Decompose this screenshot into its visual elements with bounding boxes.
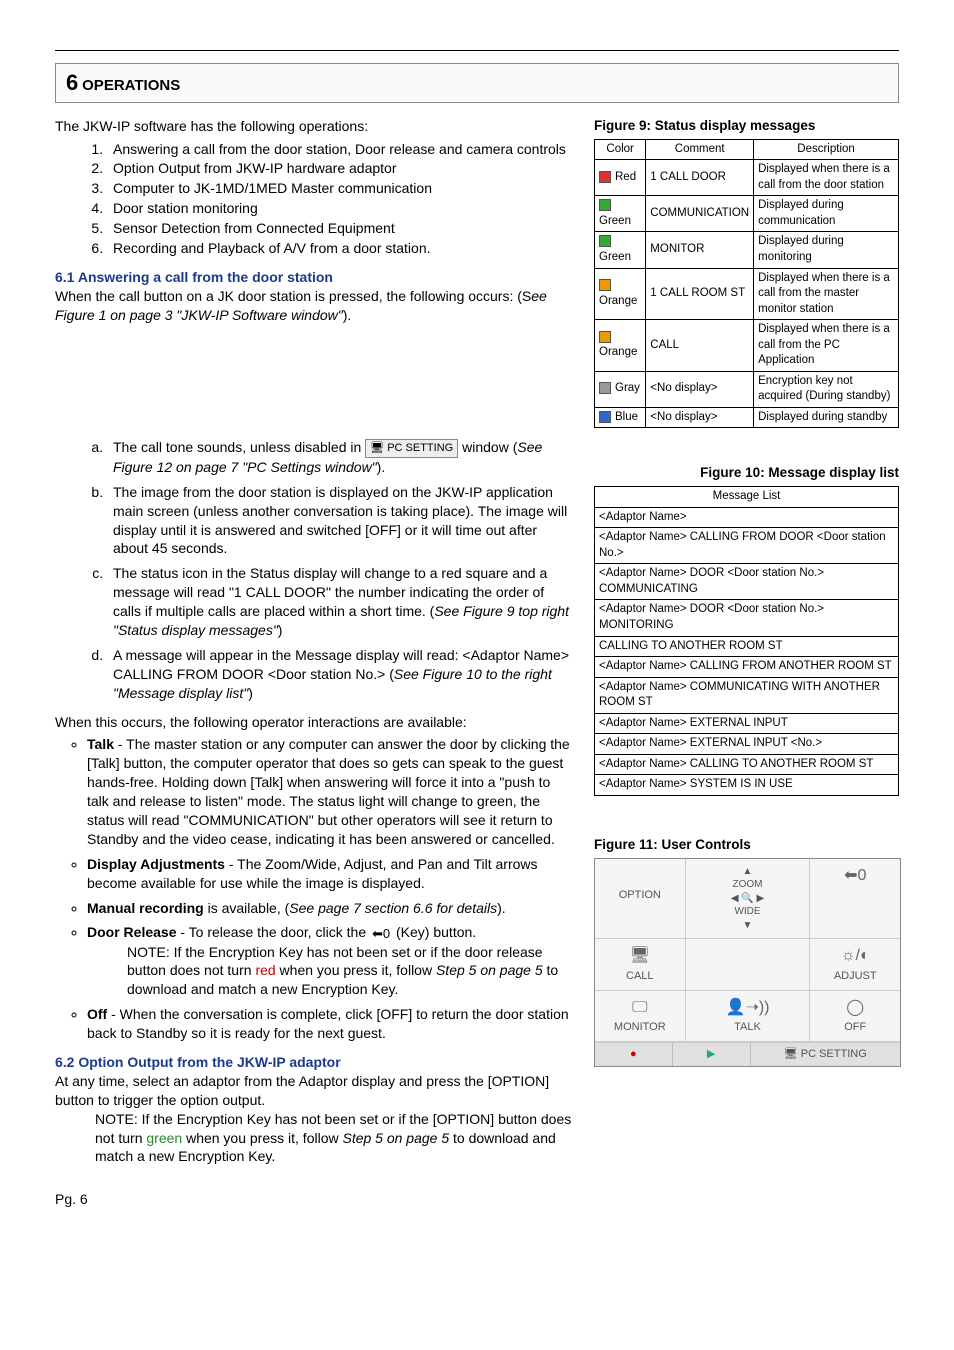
sub-heading-6-1: 6.1 Answering a call from the door stati… — [55, 268, 574, 287]
sub62-p1: At any time, select an adaptor from the … — [55, 1072, 574, 1110]
table-row: Orange1 CALL ROOM STDisplayed when there… — [595, 268, 899, 320]
th-color: Color — [595, 139, 646, 160]
table-row: <Adaptor Name> CALLING FROM DOOR <Door s… — [595, 528, 899, 564]
bullet-off: Off - When the conversation is complete,… — [87, 1005, 574, 1043]
user-controls-panel: OPTION ▲ZOOM◀ 🔍 ▶WIDE▼ ⬅0 🖥CALL ☼/◐ADJUS… — [594, 858, 901, 1067]
list-item: Sensor Detection from Connected Equipmen… — [107, 219, 574, 238]
sub-heading-6-2: 6.2 Option Output from the JKW-IP adapto… — [55, 1053, 574, 1072]
table-row: <Adaptor Name> EXTERNAL INPUT <No.> — [595, 734, 899, 755]
sub61-intro: When the call button on a JK door statio… — [55, 287, 574, 325]
step-d: A message will appear in the Message dis… — [107, 646, 574, 703]
door-note: NOTE: If the Encryption Key has not been… — [127, 943, 574, 1000]
th-description: Description — [754, 139, 899, 160]
steps-list: The call tone sounds, unless disabled in… — [55, 438, 574, 702]
figure-9-caption: Figure 9: Status display messages — [594, 117, 899, 135]
list-item: Computer to JK-1MD/1MED Master communica… — [107, 179, 574, 198]
table-row: CALLING TO ANOTHER ROOM ST — [595, 636, 899, 657]
talk-button[interactable]: 👤➝))TALK — [686, 991, 811, 1041]
table-row: Blue<No display>Displayed during standby — [595, 407, 899, 428]
swatch-orange — [599, 331, 611, 343]
table-row: <Adaptor Name> DOOR <Door station No.> M… — [595, 600, 899, 636]
table-row: Red1 CALL DOORDisplayed when there is a … — [595, 160, 899, 196]
table-row: <Adaptor Name> SYSTEM IS IN USE — [595, 775, 899, 796]
table-row: <Adaptor Name> CALLING TO ANOTHER ROOM S… — [595, 754, 899, 775]
list-item: Option Output from JKW-IP hardware adapt… — [107, 159, 574, 178]
section-header: 6 OPERATIONS — [55, 63, 899, 103]
message-table: Message List <Adaptor Name> <Adaptor Nam… — [594, 486, 899, 795]
status-table: Color Comment Description Red1 CALL DOOR… — [594, 139, 899, 428]
step-c: The status icon in the Status display wi… — [107, 564, 574, 640]
list-item: Door station monitoring — [107, 199, 574, 218]
figure-10-caption: Figure 10: Message display list — [594, 464, 899, 482]
table-row: <Adaptor Name> COMMUNICATING WITH ANOTHE… — [595, 677, 899, 713]
table-row: Gray<No display>Encryption key not acqui… — [595, 371, 899, 407]
operations-list: Answering a call from the door station, … — [55, 140, 574, 258]
table-row: GreenCOMMUNICATIONDisplayed during commu… — [595, 196, 899, 232]
off-button[interactable]: ◯OFF — [810, 991, 900, 1041]
table-row: <Adaptor Name> CALLING FROM ANOTHER ROOM… — [595, 657, 899, 678]
table-row: <Adaptor Name> EXTERNAL INPUT — [595, 713, 899, 734]
pan-tilt-pad[interactable] — [686, 939, 811, 989]
table-row: <Adaptor Name> DOOR <Door station No.> C… — [595, 564, 899, 600]
swatch-green — [599, 235, 611, 247]
figure-11-caption: Figure 11: User Controls — [594, 836, 899, 854]
swatch-blue — [599, 411, 611, 423]
bullet-talk: Talk - The master station or any compute… — [87, 735, 574, 848]
pc-setting-footer-button[interactable]: 🖥 PC SETTING — [751, 1043, 901, 1066]
swatch-gray — [599, 382, 611, 394]
monitor-button[interactable]: 🖵MONITOR — [595, 991, 686, 1041]
key-icon[interactable]: ⬅0 — [370, 925, 392, 943]
th-comment: Comment — [646, 139, 754, 160]
table-row: <Adaptor Name> — [595, 507, 899, 528]
bullet-manual: Manual recording is available, (See page… — [87, 899, 574, 918]
list-item: Answering a call from the door station, … — [107, 140, 574, 159]
list-item: Recording and Playback of A/V from a doo… — [107, 239, 574, 258]
swatch-green — [599, 199, 611, 211]
msg-header: Message List — [595, 487, 899, 508]
play-button[interactable]: ▶ — [673, 1043, 751, 1066]
record-button[interactable]: ● — [595, 1043, 673, 1066]
adjust-button[interactable]: ☼/◐ADJUST — [810, 939, 900, 989]
key-button[interactable]: ⬅0 — [810, 859, 900, 939]
step-a: The call tone sounds, unless disabled in… — [107, 438, 574, 477]
table-row: OrangeCALLDisplayed when there is a call… — [595, 320, 899, 372]
step-b: The image from the door station is displ… — [107, 483, 574, 559]
interactions-intro: When this occurs, the following operator… — [55, 713, 574, 732]
pc-setting-button[interactable]: 🖥 PC SETTING — [365, 439, 458, 458]
zoom-pad[interactable]: ▲ZOOM◀ 🔍 ▶WIDE▼ — [686, 859, 811, 939]
call-button[interactable]: 🖥CALL — [595, 939, 686, 989]
sub62-note: NOTE: If the Encryption Key has not been… — [95, 1110, 574, 1167]
page-number: Pg. 6 — [55, 1190, 899, 1209]
section-number: 6 — [66, 70, 78, 95]
swatch-orange — [599, 279, 611, 291]
section-title: OPERATIONS — [82, 77, 180, 94]
swatch-red — [599, 171, 611, 183]
bullet-display: Display Adjustments - The Zoom/Wide, Adj… — [87, 855, 574, 893]
option-button[interactable]: OPTION — [595, 859, 686, 939]
table-row: GreenMONITORDisplayed during monitoring — [595, 232, 899, 268]
bullet-door: Door Release - To release the door, clic… — [87, 923, 574, 999]
interactions-list: Talk - The master station or any compute… — [55, 735, 574, 1043]
intro-text: The JKW-IP software has the following op… — [55, 117, 574, 136]
